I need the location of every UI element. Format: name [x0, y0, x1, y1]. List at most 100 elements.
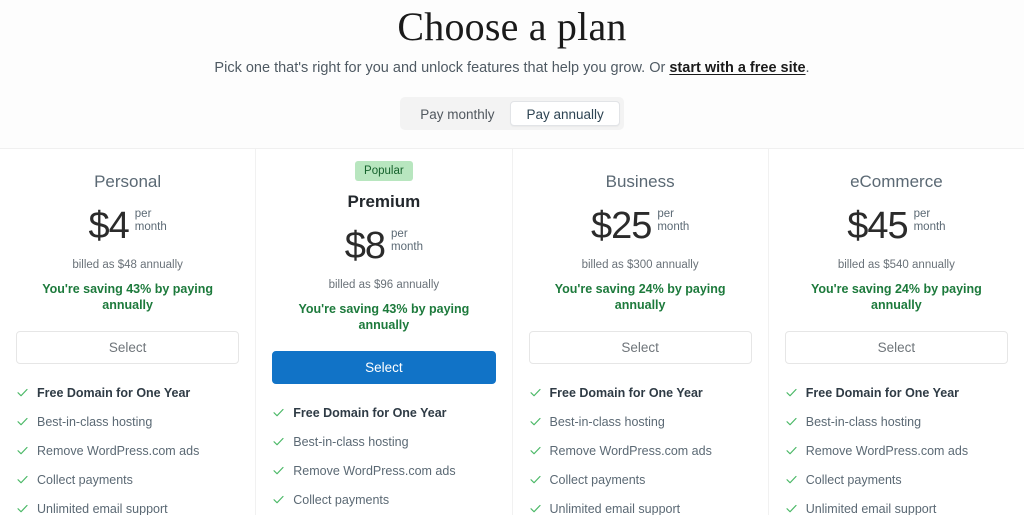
plan-name: Personal — [94, 172, 162, 191]
subtitle-text-before: Pick one that's right for you and unlock… — [214, 60, 670, 76]
check-icon — [529, 502, 542, 515]
check-icon — [785, 415, 798, 428]
feature-label: Free Domain for One Year — [805, 386, 960, 400]
savings-text: You're saving 24% by paying annually — [810, 282, 982, 312]
feature-label: Unlimited email support — [805, 502, 937, 515]
price-row: $45 per month — [785, 207, 1008, 245]
feature-item: Best-in-class hosting — [785, 414, 1008, 430]
price-amount: $8 — [344, 225, 386, 267]
feature-list: Free Domain for One Year Best-in-class ho… — [785, 385, 1008, 515]
check-icon — [785, 386, 798, 399]
feature-item: Remove WordPress.com ads — [16, 443, 239, 459]
check-icon — [272, 493, 285, 506]
feature-list: Free Domain for One Year Best-in-class ho… — [16, 385, 239, 515]
check-icon — [529, 415, 542, 428]
plan-name: eCommerce — [850, 172, 943, 191]
feature-item: Free Domain for One Year — [785, 385, 1008, 401]
price-period-line2: month — [657, 221, 690, 233]
feature-label: Unlimited email support — [37, 502, 168, 515]
plan-card-personal: Personal $4 per month billed as $48 annually… — [0, 149, 257, 515]
check-icon — [272, 464, 285, 477]
feature-label: Free Domain for One Year — [293, 406, 447, 420]
plan-name: Business — [605, 172, 675, 191]
page-header: Choose a plan Pick one that's right for … — [0, 0, 1024, 78]
feature-item: Free Domain for One Year — [16, 385, 239, 401]
select-button[interactable]: Select — [784, 331, 1008, 364]
check-icon — [16, 415, 29, 428]
price-period-line2: month — [134, 221, 167, 233]
feature-label: Collect payments — [549, 473, 646, 487]
feature-label: Collect payments — [293, 493, 390, 507]
price-period-line1: per — [391, 228, 408, 240]
page-title: Choose a plan — [397, 4, 627, 49]
price-period-line1: per — [913, 208, 931, 220]
toggle-pay-monthly[interactable]: Pay monthly — [404, 101, 510, 126]
select-button[interactable]: Select — [16, 331, 240, 364]
plan-name: Premium — [347, 192, 421, 211]
feature-list: Free Domain for One Year Best-in-class ho… — [272, 405, 495, 515]
price-row: $25 per month — [529, 207, 752, 245]
feature-label: Best-in-class hosting — [293, 435, 409, 449]
price-amount: $4 — [88, 205, 130, 247]
plan-card-premium: Popular Premium $8 per month billed as $96 an… — [256, 149, 513, 515]
check-icon — [529, 386, 542, 399]
feature-label: Remove WordPress.com ads — [805, 444, 969, 458]
check-icon — [529, 444, 542, 457]
billed-annually-text: billed as $96 annually — [328, 279, 440, 291]
feature-label: Best-in-class hosting — [37, 415, 153, 429]
feature-label: Best-in-class hosting — [549, 415, 665, 429]
feature-label: Free Domain for One Year — [37, 386, 191, 400]
toggle-pay-annually[interactable]: Pay annually — [510, 101, 620, 126]
price-period-line1: per — [134, 208, 152, 220]
feature-label: Free Domain for One Year — [549, 386, 703, 400]
price-amount: $25 — [590, 205, 652, 247]
billing-toggle-wrapper: Pay monthly Pay annually — [0, 97, 1024, 130]
check-icon — [16, 386, 29, 399]
feature-item: Remove WordPress.com ads — [529, 443, 752, 459]
feature-label: Remove WordPress.com ads — [293, 464, 456, 478]
feature-item: Free Domain for One Year — [272, 405, 495, 421]
feature-label: Remove WordPress.com ads — [549, 444, 712, 458]
feature-item: Unlimited email support — [16, 501, 239, 515]
price-period: per month — [391, 228, 423, 254]
feature-item: Best-in-class hosting — [529, 414, 752, 430]
feature-item: Unlimited email support — [785, 501, 1008, 515]
check-icon — [16, 502, 29, 515]
select-button[interactable]: Select — [272, 351, 496, 384]
feature-item: Collect payments — [529, 472, 752, 488]
feature-item: Free Domain for One Year — [529, 385, 752, 401]
savings-text: You're saving 43% by paying annually — [42, 282, 214, 312]
price-period-line1: per — [657, 208, 674, 220]
billing-period-toggle[interactable]: Pay monthly Pay annually — [400, 97, 624, 130]
price-period: per month — [657, 208, 689, 234]
feature-item: Unlimited email support — [529, 501, 752, 515]
feature-item: Collect payments — [16, 472, 239, 488]
feature-item: Remove WordPress.com ads — [785, 443, 1008, 459]
start-free-site-link[interactable]: start with a free site — [669, 60, 805, 76]
check-icon — [16, 444, 29, 457]
price-amount: $45 — [847, 205, 908, 247]
price-period: per month — [135, 208, 167, 234]
choose-plan-page: Choose a plan Pick one that's right for … — [0, 0, 1024, 515]
feature-list: Free Domain for One Year Best-in-class ho… — [529, 385, 752, 515]
select-button[interactable]: Select — [528, 331, 752, 364]
check-icon — [16, 473, 29, 486]
feature-item: Best-in-class hosting — [16, 414, 239, 430]
feature-item: Remove WordPress.com ads — [272, 463, 495, 479]
savings-text: You're saving 24% by paying annually — [554, 282, 726, 312]
popular-badge: Popular — [355, 161, 413, 181]
feature-label: Best-in-class hosting — [805, 415, 922, 429]
page-subtitle: Pick one that's right for you and unlock… — [0, 58, 1024, 78]
subtitle-text-after: . — [805, 60, 810, 76]
savings-text: You're saving 43% by paying annually — [298, 302, 470, 332]
price-period-line2: month — [391, 241, 423, 253]
feature-label: Collect payments — [805, 473, 902, 487]
check-icon — [785, 444, 798, 457]
plan-card-ecommerce: eCommerce $45 per month billed as $540 annua… — [768, 149, 1024, 515]
check-icon — [272, 435, 285, 448]
price-period: per month — [914, 208, 946, 234]
check-icon — [785, 502, 798, 515]
feature-label: Collect payments — [37, 473, 133, 487]
price-row: $4 per month — [16, 207, 239, 245]
plan-card-business: Business $25 per month billed as $300 annual… — [512, 149, 769, 515]
